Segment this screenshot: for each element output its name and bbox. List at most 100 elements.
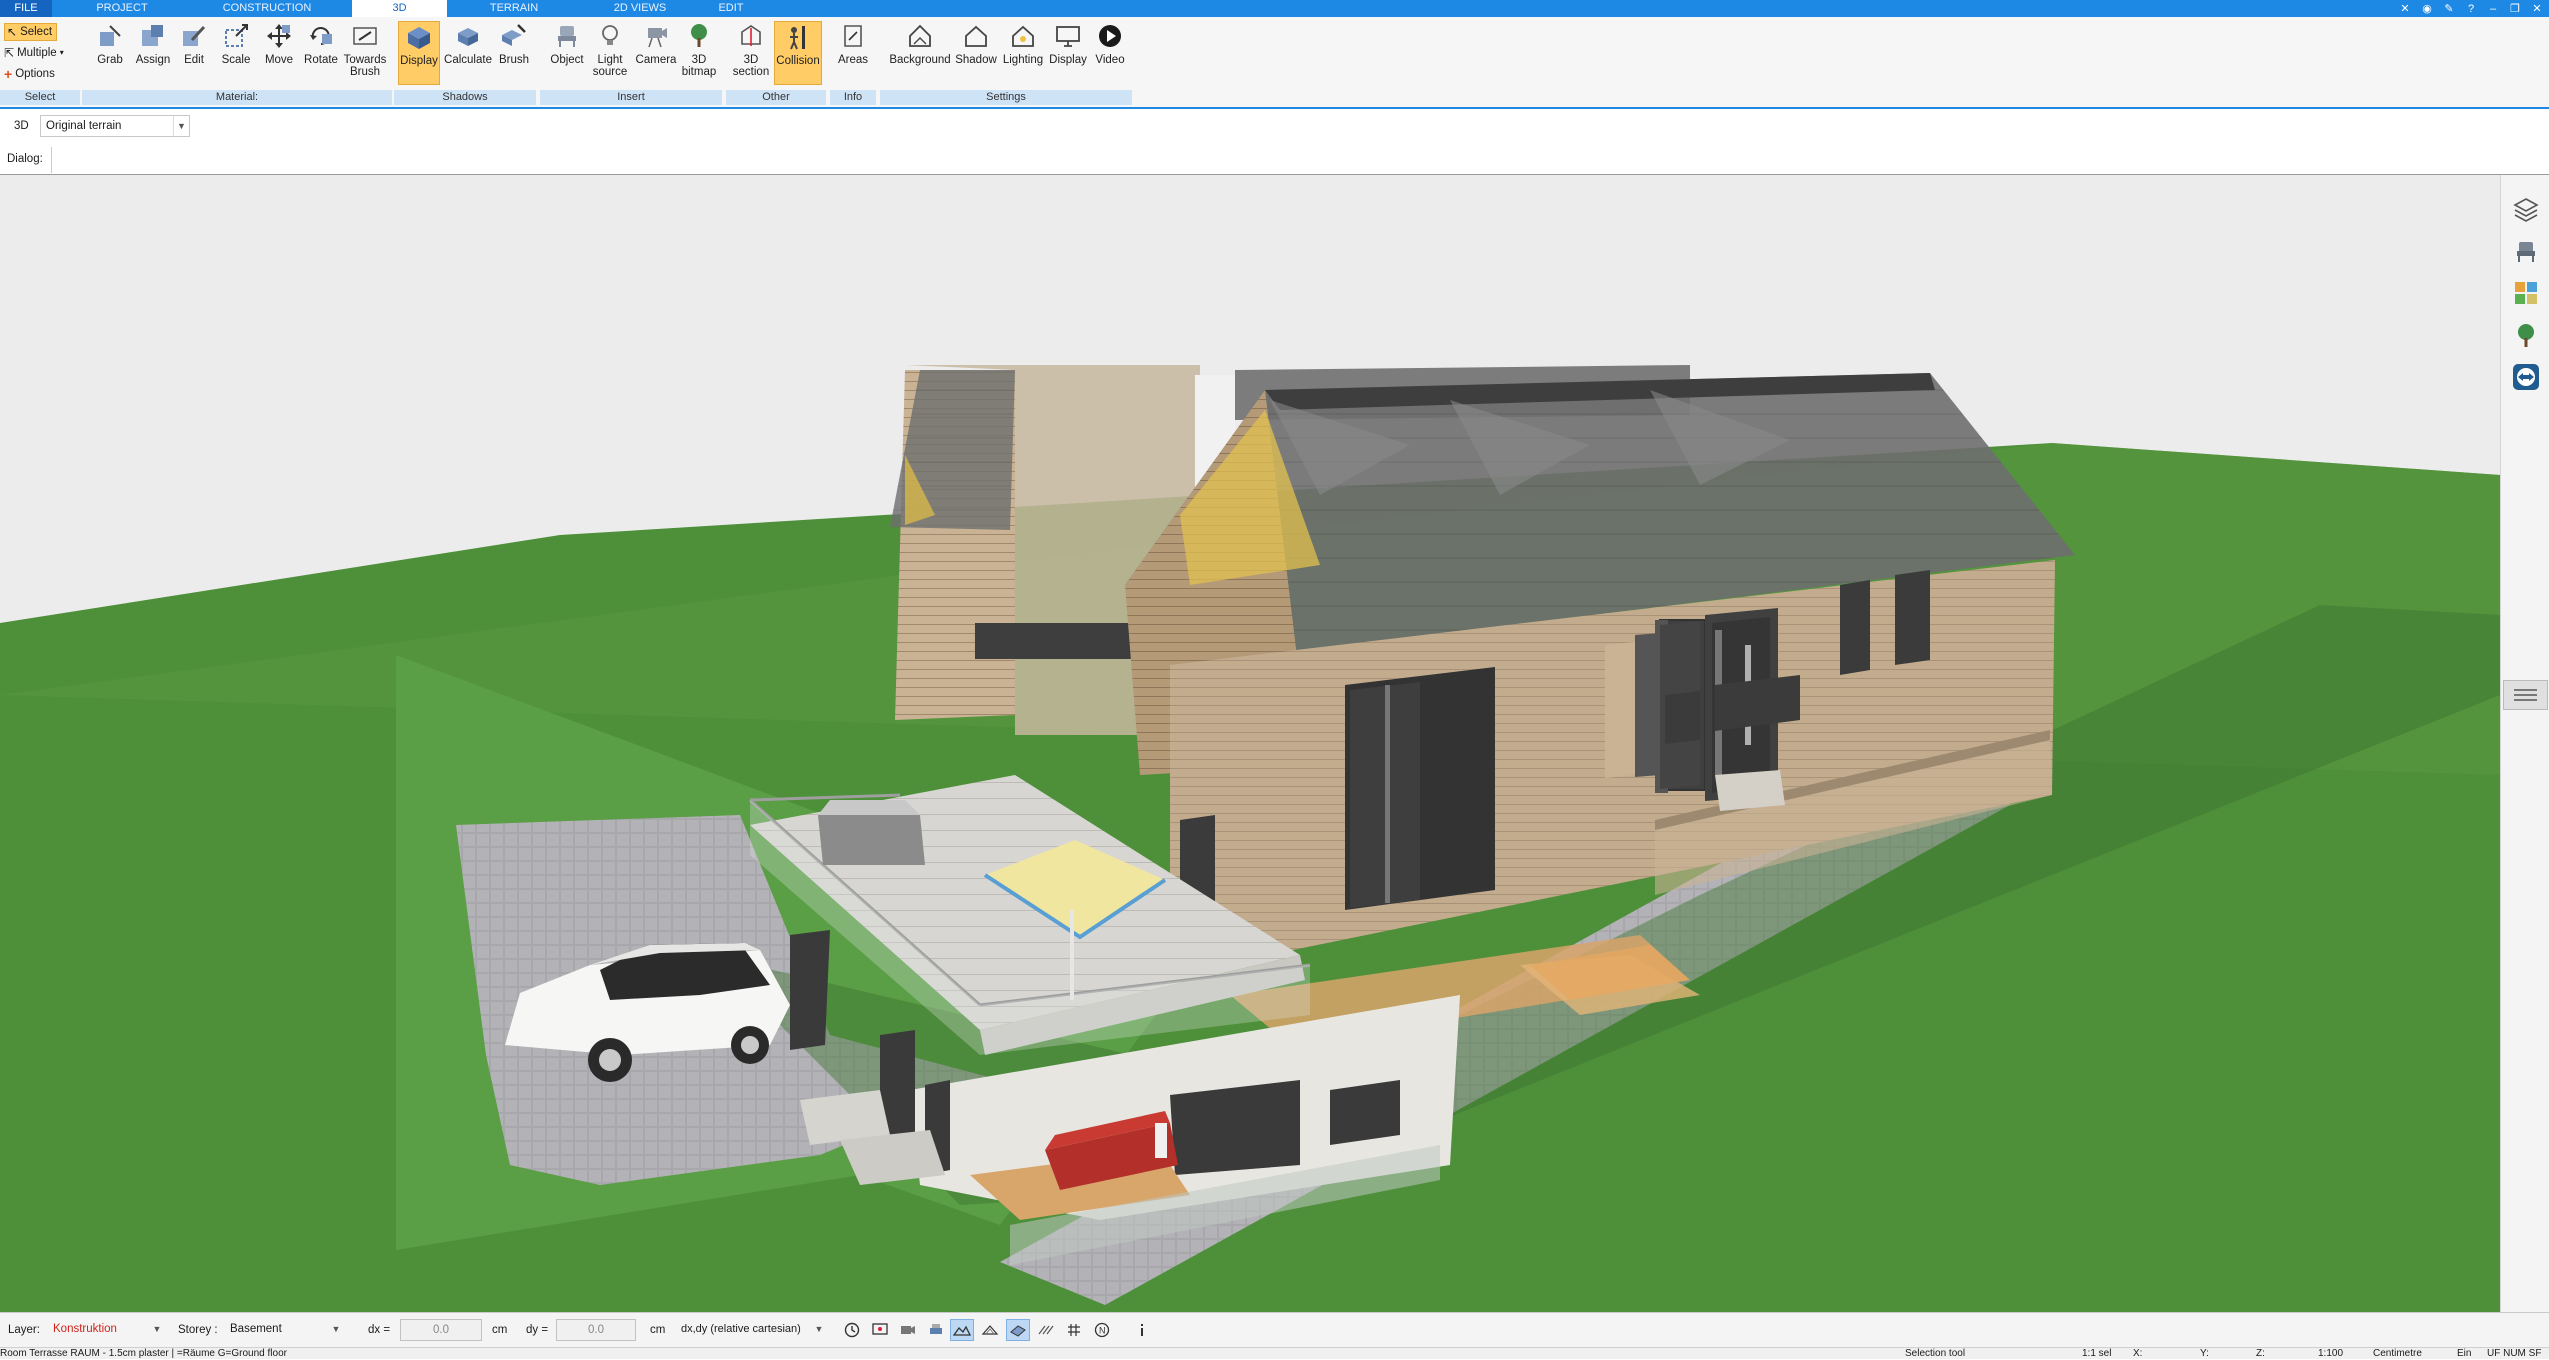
3d-bitmap-button[interactable]: 3D bitmap [680,21,718,85]
rotate-label: Rotate [304,54,338,66]
help-icon[interactable]: ? [2463,2,2479,16]
3d-scene[interactable] [0,175,2500,1312]
rotate-button[interactable]: Rotate [302,21,340,85]
close-icon[interactable]: ✕ [2529,2,2545,16]
hot-tub [818,815,925,865]
info-icon[interactable] [1130,1319,1154,1341]
ribbon: ↖ Select ⇱ Multiple ▾ + Options Select G… [0,17,2549,109]
basement-window-1 [1170,1080,1300,1175]
tree-bitmap-icon [684,21,714,51]
select-button[interactable]: ↖ Select [4,23,58,41]
assign-button[interactable]: Assign [134,21,172,85]
storey-label: Storey : [178,1324,218,1336]
options-button[interactable]: + Options [4,65,55,83]
dx-input[interactable]: 0.0 [400,1319,482,1341]
object-button[interactable]: Object [548,21,586,85]
calculate-button[interactable]: Calculate [444,21,492,85]
grab-button[interactable]: Grab [94,21,126,85]
dialog-field[interactable] [51,147,52,173]
select-label: Select [20,26,53,38]
dy-input[interactable]: 0.0 [556,1319,636,1341]
dy-value: 0.0 [588,1324,604,1336]
towards-brush-button[interactable]: Towards Brush [342,21,388,85]
tab-2d-views[interactable]: 2D VIEWS [600,0,680,17]
status-tool: Selection tool [1905,1348,1966,1359]
tree-icon[interactable] [2510,319,2542,351]
multiple-button[interactable]: ⇱ Multiple ▾ [4,44,64,62]
camera-button[interactable]: Camera [634,21,678,85]
settings-icon[interactable]: ✎ [2441,2,2457,16]
hatch-icon[interactable] [1034,1319,1058,1341]
3d-section-button[interactable]: 3D section [730,21,772,85]
move-button[interactable]: Move [262,21,296,85]
shadow-display-button[interactable]: Display [398,21,440,85]
lighting-button[interactable]: Lighting [1000,21,1046,85]
surface-view-icon[interactable] [1006,1319,1030,1341]
layer-select[interactable]: Konstruktion ▼ [48,1319,164,1341]
tab-project[interactable]: PROJECT [84,0,160,17]
areas-icon [838,21,868,51]
assign-label: Assign [135,54,171,66]
scale-icon [221,21,251,51]
materials-icon[interactable] [2510,277,2542,309]
shadow-display-icon [404,22,434,52]
grab-material-icon [95,21,125,51]
group-other: Other [726,90,826,105]
edit-material-button[interactable]: Edit [178,21,210,85]
minimize-icon[interactable]: – [2485,2,2501,16]
terrain-view-icon[interactable] [950,1319,974,1341]
status-lang: Ein [2457,1348,2472,1359]
display-settings-button[interactable]: Display [1048,21,1088,85]
clock-icon[interactable] [840,1319,864,1341]
terrain-select[interactable]: Original terrain ▼ [40,115,190,137]
dialog-bar: Dialog: [0,145,2549,175]
user-icon[interactable]: ◉ [2419,2,2435,16]
video-label: Video [1095,54,1125,66]
tab-edit[interactable]: EDIT [706,0,756,17]
multiple-label: Multiple [17,47,57,59]
background-button[interactable]: Background [884,21,956,85]
restore-icon[interactable]: ❐ [2507,2,2523,16]
shadow-settings-button[interactable]: Shadow [954,21,998,85]
tab-terrain[interactable]: TERRAIN [474,0,554,17]
furniture-icon[interactable] [2510,235,2542,267]
print-icon[interactable] [924,1319,948,1341]
dx-value: 0.0 [433,1324,449,1336]
wireframe-icon[interactable] [978,1319,1002,1341]
scale-button[interactable]: Scale [220,21,252,85]
video-button[interactable]: Video [1092,21,1128,85]
tools-icon[interactable]: ✕ [2397,2,2413,16]
collision-button[interactable]: Collision [774,21,822,85]
3d-viewport[interactable] [0,175,2500,1312]
north-icon[interactable]: N [1090,1319,1114,1341]
group-shadows: Shadows [394,90,536,105]
shadow-display-label: Display [400,55,438,67]
coord-mode-select[interactable]: dx,dy (relative cartesian) ▼ [676,1319,826,1341]
teamviewer-icon[interactable] [2510,361,2542,393]
screen-capture-icon[interactable] [868,1319,892,1341]
dx-label: dx = [368,1324,391,1336]
dialog-label: Dialog: [7,153,43,165]
layers-icon[interactable] [2510,193,2542,225]
storey-select[interactable]: Basement ▼ [225,1319,343,1341]
side-window-1 [1840,580,1870,675]
door-wall-strip [1605,642,1635,778]
dy-unit: cm [650,1324,666,1336]
camera-view-icon[interactable] [896,1319,920,1341]
sidebar-handle[interactable] [2503,680,2548,710]
door-step [1715,770,1785,811]
shadow-settings-label: Shadow [955,54,997,66]
areas-button[interactable]: Areas [834,21,872,85]
group-insert: Insert [540,90,722,105]
tab-construction[interactable]: CONSTRUCTION [212,0,322,17]
tab-3d[interactable]: 3D [352,0,447,17]
grid-icon[interactable] [1062,1319,1086,1341]
dx-unit: cm [492,1324,508,1336]
status-scale: 1:100 [2318,1348,2344,1359]
light-source-button[interactable]: Light source [590,21,630,85]
group-info: Info [830,90,876,105]
brush-button[interactable]: Brush [496,21,532,85]
view-filter-bar: 3D Original terrain ▼ [0,111,2549,143]
tab-file[interactable]: FILE [0,0,52,17]
chevron-down-icon: ▾ [59,48,64,57]
